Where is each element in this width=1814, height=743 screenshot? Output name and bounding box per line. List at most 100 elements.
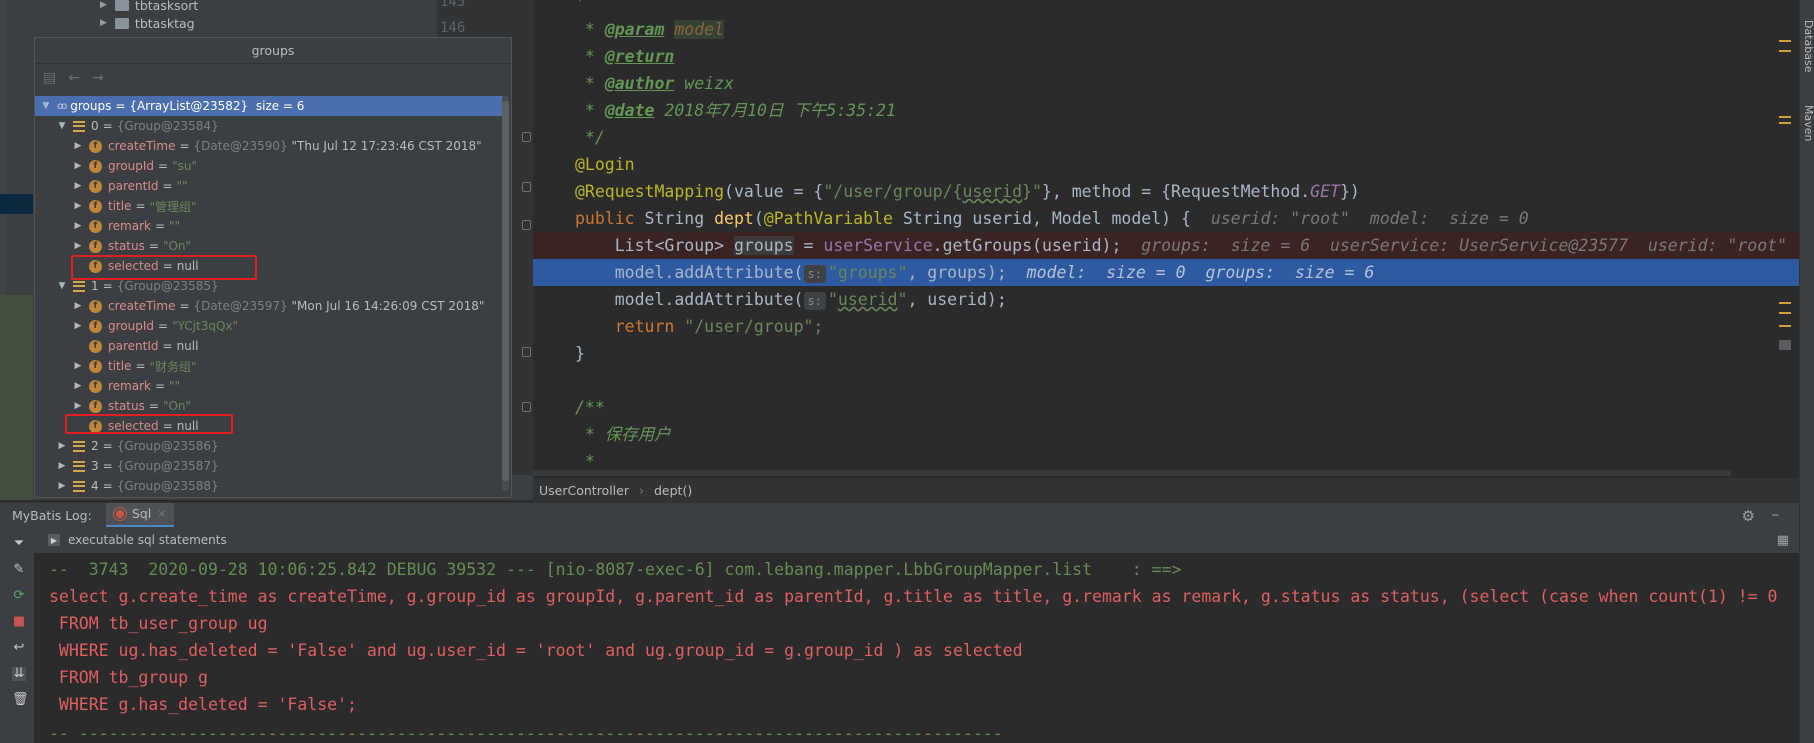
chevron-right-icon[interactable]: ▶ <box>73 381 83 391</box>
tree-row-field[interactable]: ▶ f createTime = {Date@23597} "Mon Jul 1… <box>35 296 503 316</box>
code-token: } <box>575 344 585 363</box>
minimize-icon[interactable]: – <box>1772 505 1780 523</box>
object-icon <box>73 440 85 452</box>
popup-scrollbar[interactable] <box>502 96 509 491</box>
tool-window-maven[interactable]: Maven <box>1800 105 1814 141</box>
chevron-right-icon[interactable]: ▶ <box>73 401 83 411</box>
scroll-to-end-icon[interactable]: ⇊ <box>12 667 26 681</box>
chevron-down-icon[interactable]: ▼ <box>57 121 67 131</box>
chevron-right-icon[interactable]: ▶ <box>73 221 83 231</box>
code-line: * @author weizx <box>575 74 734 93</box>
layout-icon[interactable]: ▦ <box>1777 533 1789 548</box>
forward-arrow-icon[interactable]: → <box>92 70 104 86</box>
tree-row-group[interactable]: ▶ 2 = {Group@23586} <box>35 436 503 456</box>
tree-item-tbtasktag[interactable]: ▶ tbtasktag <box>100 14 195 32</box>
tree-row-field[interactable]: ▶ f title = "管理组" <box>35 196 503 216</box>
tab-sql[interactable]: Sql × <box>105 502 175 528</box>
chevron-down-icon[interactable]: ▼ <box>41 101 51 111</box>
equals-sign: = <box>148 239 159 253</box>
tree-row-field[interactable]: ▶ f status = "On" <box>35 236 503 256</box>
chevron-right-icon[interactable]: ▶ <box>57 461 67 471</box>
fold-marker-icon[interactable] <box>522 182 531 192</box>
code-token: , userid); <box>907 290 1007 309</box>
tree-row-root[interactable]: ▼ oo groups = {ArrayList@23582} size = 6 <box>35 96 503 116</box>
field-type: {Date@23590} <box>193 139 288 153</box>
variable-type: {Group@23585} <box>116 279 219 293</box>
breadcrumb-method[interactable]: dept() <box>654 483 692 498</box>
code-string: "groups" <box>827 263 908 282</box>
pin-icon[interactable]: ▤ <box>43 70 56 86</box>
field-value: "Thu Jul 12 17:23:46 CST 2018" <box>291 139 482 153</box>
filter-icon[interactable]: ⏷ <box>12 537 26 551</box>
field-value: "On" <box>162 399 192 413</box>
tree-row-field[interactable]: ▶ f status = "On" <box>35 396 503 416</box>
field-icon: f <box>89 239 102 253</box>
scroll-marker[interactable] <box>1779 302 1791 304</box>
doc-date-tag: @date <box>604 101 655 120</box>
variable-tree[interactable]: ▼ oo groups = {ArrayList@23582} size = 6… <box>35 93 503 498</box>
tree-row-field[interactable]: ▶ f groupId = "YCjt3qQx" <box>35 316 503 336</box>
fold-marker-icon[interactable] <box>522 220 531 230</box>
tool-window-database[interactable]: Database <box>1800 20 1814 73</box>
chevron-right-icon[interactable]: ▶ <box>73 181 83 191</box>
format-icon[interactable]: ✎ <box>12 563 26 577</box>
field-icon: f <box>89 379 102 393</box>
tree-row-field[interactable]: ▶ f parentId = null <box>35 336 503 356</box>
code-line: * @return <box>575 47 675 66</box>
editor-error-stripe[interactable] <box>1775 0 1795 475</box>
tree-row-field[interactable]: ▶ f remark = "" <box>35 216 503 236</box>
variable-inspector-popup[interactable]: groups ▤ ← → ▼ oo groups = {ArrayList@23… <box>34 37 512 498</box>
panel-header: MyBatis Log: Sql × ⚙ – <box>0 502 1799 528</box>
stop-icon[interactable]: ■ <box>12 615 26 629</box>
field-value: "管理组" <box>149 199 197 214</box>
chevron-right-icon[interactable]: ▶ <box>73 301 83 311</box>
tree-row-group[interactable]: ▶ 5 = {Group@23589} <box>35 494 503 498</box>
scroll-marker[interactable] <box>1779 122 1791 124</box>
scroll-marker[interactable] <box>1779 50 1791 52</box>
scroll-marker[interactable] <box>1779 312 1791 314</box>
scrollbar-thumb[interactable] <box>502 101 509 481</box>
code-editor[interactable]: * * @param model * @return * @author wei… <box>533 0 1799 475</box>
scroll-marker[interactable] <box>1779 325 1791 327</box>
gear-icon[interactable]: ⚙ <box>1742 507 1755 525</box>
equals-sign: = <box>162 339 173 353</box>
breadcrumb-class[interactable]: UserController <box>539 483 629 498</box>
chevron-right-icon[interactable]: ▶ <box>100 0 107 10</box>
mybatis-log-panel: MyBatis Log: Sql × ⚙ – ⏷ ✎ ⟳ ■ ↩ ⇊ 🗑 ▶ e… <box>0 502 1799 743</box>
chevron-right-icon[interactable]: ▶ <box>100 18 107 28</box>
chevron-down-icon[interactable]: ▼ <box>57 281 67 291</box>
chevron-right-icon[interactable]: ▶ <box>73 361 83 371</box>
scroll-thumb[interactable] <box>1779 340 1791 350</box>
chevron-right-icon[interactable]: ▶ <box>57 481 67 491</box>
soft-wrap-icon[interactable]: ↩ <box>12 641 26 655</box>
close-icon[interactable]: × <box>157 507 166 520</box>
parameter-hint-badge: s: <box>803 264 826 283</box>
tree-row-field[interactable]: ▶ f parentId = "" <box>35 176 503 196</box>
chevron-right-icon[interactable]: ▶ <box>73 141 83 151</box>
fold-marker-icon[interactable] <box>522 132 531 142</box>
fold-marker-icon[interactable] <box>522 347 531 357</box>
trash-icon[interactable]: 🗑 <box>12 693 29 707</box>
chevron-right-icon[interactable]: ▶ <box>73 161 83 171</box>
chevron-right-icon[interactable]: ▶ <box>57 441 67 451</box>
equals-sign: = <box>103 497 113 498</box>
scroll-marker[interactable] <box>1779 116 1791 118</box>
fold-marker-icon[interactable] <box>522 402 531 412</box>
chevron-right-icon[interactable]: ▶ <box>73 241 83 251</box>
tree-row-field[interactable]: ▶ f title = "财务组" <box>35 356 503 376</box>
editor-horizontal-scrollbar[interactable] <box>533 470 1731 476</box>
rerun-icon[interactable]: ⟳ <box>12 589 26 603</box>
tree-item-label: tbtasktag <box>134 15 195 31</box>
tree-item-tbtasksort[interactable]: ▶ tbtasksort <box>100 0 198 14</box>
tree-row-field[interactable]: ▶ f groupId = "su" <box>35 156 503 176</box>
tree-row-group[interactable]: ▶ 4 = {Group@23588} <box>35 476 503 496</box>
tree-row-field[interactable]: ▶ f remark = "" <box>35 376 503 396</box>
play-icon[interactable]: ▶ <box>48 534 60 546</box>
chevron-right-icon[interactable]: ▶ <box>73 321 83 331</box>
tree-row-field[interactable]: ▶ f createTime = {Date@23590} "Thu Jul 1… <box>35 136 503 156</box>
tree-row-group[interactable]: ▶ 3 = {Group@23587} <box>35 456 503 476</box>
back-arrow-icon[interactable]: ← <box>68 70 80 86</box>
tree-row-group[interactable]: ▼ 0 = {Group@23584} <box>35 116 503 136</box>
chevron-right-icon[interactable]: ▶ <box>73 201 83 211</box>
scroll-marker[interactable] <box>1779 40 1791 42</box>
